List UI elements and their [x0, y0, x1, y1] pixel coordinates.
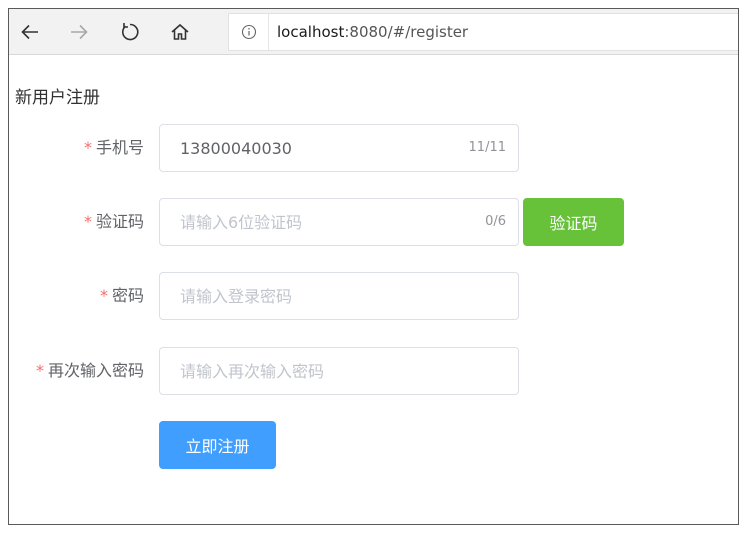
home-icon[interactable]: [163, 15, 197, 49]
confirm-password-input[interactable]: [160, 348, 518, 394]
back-arrow-icon[interactable]: [13, 15, 47, 49]
confirm-password-label: * 再次输入密码: [36, 347, 144, 395]
phone-label-text: 手机号: [95, 138, 144, 157]
url-path: :8080/#/register: [344, 23, 469, 41]
info-icon[interactable]: [229, 14, 269, 50]
password-label: * 密码: [100, 272, 144, 320]
browser-toolbar: localhost:8080/#/register: [9, 9, 738, 55]
password-field[interactable]: [159, 272, 519, 320]
required-mark: *: [83, 138, 92, 157]
phone-field[interactable]: 11/11: [159, 124, 519, 172]
code-field[interactable]: 0/6: [159, 198, 519, 246]
forward-arrow-icon[interactable]: [62, 15, 96, 49]
refresh-icon[interactable]: [113, 15, 147, 49]
url-host: localhost: [277, 23, 345, 41]
get-code-button[interactable]: 验证码: [523, 198, 624, 246]
browser-window: localhost:8080/#/register 新用户注册 *手机号 11/…: [8, 8, 739, 525]
confirm-password-label-text: 再次输入密码: [47, 361, 144, 380]
address-bar[interactable]: localhost:8080/#/register: [228, 13, 738, 51]
phone-row: *手机号 11/11: [9, 124, 738, 172]
required-mark: *: [99, 286, 108, 305]
page-title: 新用户注册: [15, 88, 100, 108]
register-submit-button[interactable]: 立即注册: [159, 421, 276, 469]
phone-counter: 11/11: [468, 140, 506, 155]
required-mark: *: [35, 361, 44, 380]
password-label-text: 密码: [111, 286, 144, 305]
code-input[interactable]: [160, 199, 518, 245]
code-row: *验证码 0/6 验证码: [9, 198, 738, 246]
confirm-password-row: * 再次输入密码: [9, 347, 738, 395]
password-input[interactable]: [160, 273, 518, 319]
confirm-password-field[interactable]: [159, 347, 519, 395]
required-mark: *: [83, 212, 92, 231]
code-counter: 0/6: [485, 214, 506, 229]
code-label-text: 验证码: [95, 212, 144, 231]
code-label: * 验证码: [84, 198, 144, 246]
password-row: * 密码: [9, 272, 738, 320]
phone-label: * 手机号: [84, 124, 144, 172]
phone-input[interactable]: [160, 125, 518, 171]
url-text[interactable]: localhost:8080/#/register: [269, 23, 468, 41]
